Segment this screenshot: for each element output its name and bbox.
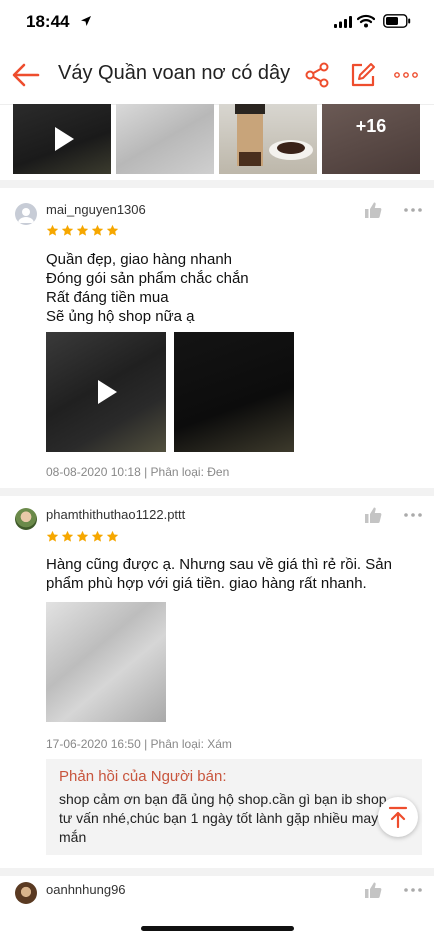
review-meta: 17-06-2020 16:50 | Phân loại: Xám (46, 737, 232, 751)
review-item: oanhnhung96 (0, 876, 434, 926)
more-media-thumbnail[interactable]: +16 (322, 104, 420, 174)
review-text: Quần đẹp, giao hàng nhanh Đóng gói sản p… (46, 250, 249, 326)
like-icon[interactable] (364, 881, 382, 899)
review-video-thumbnail[interactable] (13, 104, 111, 174)
seller-reply-title: Phản hồi của Người bán: (59, 768, 227, 785)
like-icon[interactable] (364, 506, 382, 524)
reviewer-username[interactable]: phamthithuthao1122.pttt (46, 507, 185, 522)
arrow-up-icon (388, 806, 408, 828)
review-media-strip: +16 (0, 104, 434, 180)
review-item: phamthithuthao1122.pttt Hàng cũng được ạ… (0, 496, 434, 868)
home-indicator[interactable] (141, 926, 294, 931)
page-title: Váy Quần voan nơ có dây buộc (58, 62, 293, 84)
play-icon (98, 380, 117, 404)
review-photo-thumbnail[interactable] (46, 602, 166, 722)
review-options-icon[interactable] (404, 513, 422, 517)
star-icon (91, 530, 104, 542)
review-video-thumbnail[interactable] (46, 332, 166, 452)
star-icon (91, 224, 104, 236)
avatar[interactable] (15, 508, 37, 530)
review-text-line: Sẽ ủng hộ shop nữa ạ (46, 308, 195, 325)
star-icon (106, 224, 119, 236)
review-text-line: Rất đáng tiền mua (46, 289, 169, 306)
like-icon[interactable] (364, 201, 382, 219)
seller-reply: Phản hồi của Người bán: shop cảm ơn bạn … (46, 759, 422, 855)
star-icon (76, 530, 89, 542)
review-text-line: Đóng gói sản phẩm chắc chắn (46, 270, 249, 287)
avatar[interactable] (15, 882, 37, 904)
star-rating (46, 530, 119, 543)
top-nav-bar: Váy Quần voan nơ có dây buộc (0, 46, 434, 105)
status-bar: 18:44 (0, 0, 434, 46)
review-photo-thumbnail[interactable] (116, 104, 214, 174)
star-rating (46, 224, 119, 237)
review-text: Hàng cũng được ạ. Nhưng sau về giá thì r… (46, 556, 392, 592)
play-icon (55, 127, 74, 151)
review-photo-thumbnail[interactable] (219, 104, 317, 174)
more-media-count: +16 (355, 116, 387, 136)
review-options-icon[interactable] (404, 888, 422, 892)
section-divider (0, 180, 434, 188)
section-divider (0, 868, 434, 876)
wifi-icon (357, 14, 375, 28)
battery-icon (383, 14, 411, 28)
more-options-icon[interactable] (394, 72, 418, 78)
avatar[interactable] (15, 203, 37, 225)
seller-reply-text: shop cảm ơn bạn đã ủng hộ shop.cần gì bạ… (59, 791, 387, 845)
review-photo-thumbnail[interactable] (174, 332, 294, 452)
review-options-icon[interactable] (404, 208, 422, 212)
location-arrow-icon (81, 16, 91, 26)
default-user-icon (18, 208, 34, 223)
star-icon (46, 224, 59, 236)
review-item: mai_nguyen1306 Quần đẹp, giao hàng nhanh… (0, 188, 434, 488)
star-icon (106, 530, 119, 542)
review-text-line: Quần đẹp, giao hàng nhanh (46, 251, 232, 268)
review-meta: 08-08-2020 10:18 | Phân loại: Đen (46, 465, 230, 479)
star-icon (76, 224, 89, 236)
scroll-to-top-button[interactable] (378, 797, 418, 837)
reviewer-username[interactable]: oanhnhung96 (46, 882, 126, 897)
star-icon (61, 530, 74, 542)
cellular-signal-icon (334, 16, 352, 28)
bubble-tea-photo (235, 104, 313, 166)
star-icon (46, 530, 59, 542)
back-arrow-icon[interactable] (10, 60, 42, 90)
star-icon (61, 224, 74, 236)
edit-icon[interactable] (350, 62, 376, 88)
status-time: 18:44 (26, 12, 70, 31)
share-icon[interactable] (304, 62, 330, 88)
section-divider (0, 488, 434, 496)
reviewer-username[interactable]: mai_nguyen1306 (46, 202, 146, 217)
